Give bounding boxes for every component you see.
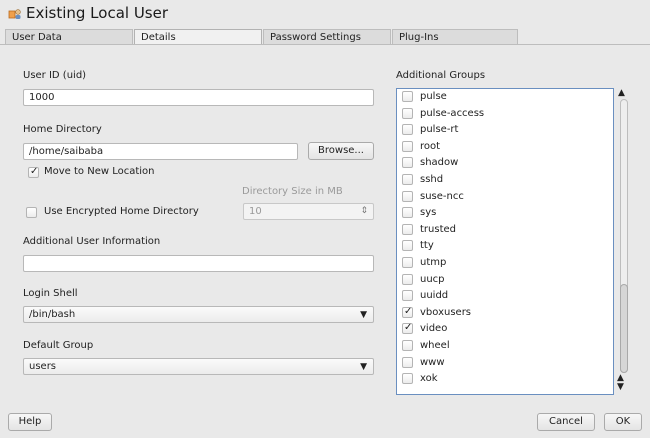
group-item[interactable]: pulse bbox=[402, 89, 602, 105]
group-item[interactable]: ✓ vboxusers bbox=[402, 305, 602, 321]
checkbox-box[interactable] bbox=[402, 356, 413, 368]
group-item[interactable]: utmp bbox=[402, 255, 602, 271]
chevron-down-icon: ▼ bbox=[360, 362, 367, 372]
directory-size-label: Directory Size in MB bbox=[242, 186, 343, 197]
group-item[interactable]: sshd bbox=[402, 172, 602, 188]
window-title: Existing Local User bbox=[26, 4, 169, 22]
checkbox-box[interactable] bbox=[402, 290, 413, 302]
group-item[interactable]: xok bbox=[402, 371, 602, 387]
checkbox-box[interactable] bbox=[26, 207, 37, 218]
move-to-new-location-label: Move to New Location bbox=[44, 166, 155, 177]
default-group-value: users bbox=[29, 361, 57, 372]
checkbox-box[interactable] bbox=[402, 174, 413, 185]
group-item[interactable]: tty bbox=[402, 238, 602, 254]
chevron-down-icon: ▼ bbox=[360, 310, 367, 320]
default-group-label: Default Group bbox=[23, 340, 94, 351]
spin-arrows-icon: ⇕ bbox=[360, 206, 368, 216]
move-to-new-location-checkbox[interactable]: ✓ Move to New Location bbox=[28, 166, 228, 180]
checkbox-box[interactable] bbox=[402, 190, 413, 202]
group-item[interactable]: pulse-rt bbox=[402, 122, 602, 138]
checkbox-box[interactable]: ✓ bbox=[402, 305, 413, 318]
cancel-button[interactable]: Cancel bbox=[537, 413, 595, 431]
user-settings-icon bbox=[8, 9, 21, 19]
home-directory-label: Home Directory bbox=[23, 124, 102, 135]
directory-size-spinbox: 10 ⇕ bbox=[243, 203, 374, 220]
checkbox-box[interactable] bbox=[402, 223, 413, 235]
group-item[interactable]: shadow bbox=[402, 155, 602, 171]
checkbox-box[interactable]: ✓ bbox=[402, 322, 413, 335]
tab-user-data[interactable]: User Data bbox=[5, 29, 133, 45]
additional-info-input[interactable] bbox=[23, 255, 374, 272]
checkmark-icon: ✓ bbox=[404, 305, 413, 317]
checkmark-icon: ✓ bbox=[30, 166, 39, 177]
tab-password-settings[interactable]: Password Settings bbox=[263, 29, 391, 45]
checkbox-box[interactable] bbox=[402, 373, 413, 385]
group-item[interactable]: pulse-access bbox=[402, 106, 602, 122]
group-item[interactable]: wheel bbox=[402, 338, 602, 354]
group-item[interactable]: trusted bbox=[402, 222, 602, 238]
checkbox-box[interactable] bbox=[402, 340, 413, 351]
browse-button[interactable]: Browse... bbox=[308, 142, 374, 160]
uid-label: User ID (uid) bbox=[23, 70, 87, 81]
group-item[interactable]: ✓ video bbox=[402, 321, 602, 337]
login-shell-value: /bin/bash bbox=[29, 309, 76, 320]
additional-info-label: Additional User Information bbox=[23, 236, 161, 247]
checkbox-box[interactable] bbox=[402, 240, 413, 252]
group-item[interactable]: root bbox=[402, 139, 602, 155]
checkmark-icon: ✓ bbox=[404, 322, 413, 334]
ok-button[interactable]: OK bbox=[604, 413, 642, 431]
uid-input[interactable]: 1000 bbox=[23, 89, 374, 106]
checkbox-box[interactable]: ✓ bbox=[28, 166, 39, 178]
group-item[interactable]: uucp bbox=[402, 272, 602, 288]
help-button[interactable]: Help bbox=[8, 413, 52, 431]
group-item[interactable]: sys bbox=[402, 205, 602, 221]
scroll-down-arrow-icon[interactable]: ▲ ▼ bbox=[617, 374, 624, 392]
additional-groups-label: Additional Groups bbox=[396, 70, 486, 81]
tab-plug-ins[interactable]: Plug-Ins bbox=[392, 29, 518, 45]
directory-size-value: 10 bbox=[249, 206, 262, 217]
encrypted-home-label: Use Encrypted Home Directory bbox=[44, 206, 199, 217]
default-group-select[interactable]: users ▼ bbox=[23, 358, 374, 375]
scrollbar-thumb[interactable] bbox=[620, 284, 628, 373]
checkbox-box[interactable] bbox=[402, 257, 413, 268]
group-item[interactable]: suse-ncc bbox=[402, 189, 602, 205]
checkbox-box[interactable] bbox=[402, 207, 413, 219]
home-directory-input[interactable]: /home/saibaba bbox=[23, 143, 298, 160]
scroll-up-arrow-icon[interactable]: ▲ bbox=[618, 88, 625, 98]
title-bar: Existing Local User bbox=[0, 0, 650, 28]
checkbox-box[interactable] bbox=[402, 91, 413, 102]
tab-divider bbox=[0, 44, 650, 45]
checkbox-box[interactable] bbox=[402, 140, 413, 152]
checkbox-box[interactable] bbox=[402, 273, 413, 285]
checkbox-box[interactable] bbox=[402, 157, 413, 169]
login-shell-select[interactable]: /bin/bash ▼ bbox=[23, 306, 374, 323]
checkbox-box[interactable] bbox=[402, 107, 413, 119]
tab-details[interactable]: Details bbox=[134, 29, 262, 45]
group-item[interactable]: www bbox=[402, 355, 602, 371]
additional-groups-list[interactable]: pulse pulse-access pulse-rt root shadow … bbox=[396, 88, 614, 395]
login-shell-label: Login Shell bbox=[23, 288, 78, 299]
group-item[interactable]: uuidd bbox=[402, 288, 602, 304]
encrypted-home-checkbox[interactable]: Use Encrypted Home Directory bbox=[26, 206, 226, 220]
checkbox-box[interactable] bbox=[402, 124, 413, 136]
